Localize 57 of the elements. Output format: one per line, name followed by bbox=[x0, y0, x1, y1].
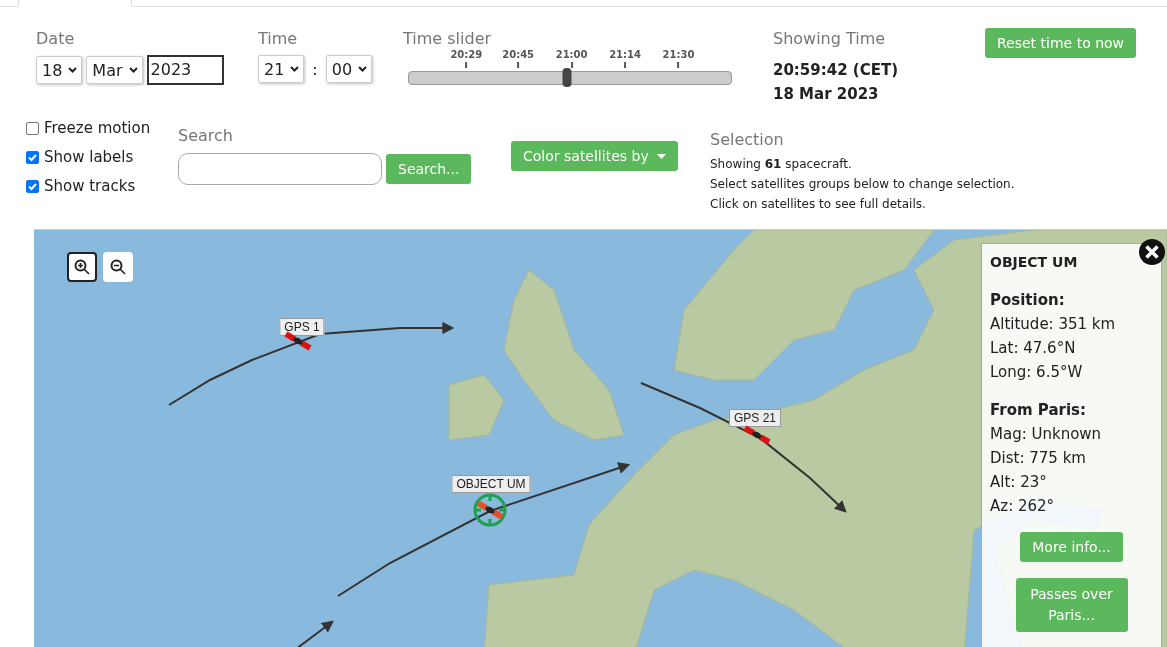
zoom-in-icon bbox=[74, 259, 90, 275]
tick-label: 21:00 bbox=[555, 49, 588, 60]
minute-select[interactable]: 00 bbox=[325, 55, 373, 83]
day-select[interactable]: 18 bbox=[36, 56, 83, 84]
info-line: Az: 262° bbox=[990, 496, 1056, 517]
time-separator: : bbox=[312, 59, 318, 79]
info-line: Lat: 47.6°N bbox=[990, 338, 1077, 359]
time-slider[interactable] bbox=[408, 71, 732, 85]
date-label: Date bbox=[36, 29, 76, 48]
tick-label: 20:45 bbox=[502, 49, 535, 60]
tick-label: 20:29 bbox=[450, 49, 483, 60]
checkbox[interactable] bbox=[26, 121, 39, 135]
search-label: Search bbox=[178, 126, 234, 145]
satellite-icon[interactable] bbox=[475, 499, 505, 521]
zoom-out-icon bbox=[110, 259, 126, 275]
tick-label: 21:14 bbox=[609, 49, 641, 60]
info-line: Altitude: 351 km bbox=[990, 314, 1117, 335]
checkbox-label: Freeze motion bbox=[44, 119, 151, 137]
zoom-in-button[interactable] bbox=[67, 252, 97, 282]
zoom-out-button[interactable] bbox=[103, 252, 133, 282]
time-slider-label: Time slider bbox=[403, 29, 493, 48]
info-line: Long: 6.5°W bbox=[990, 362, 1084, 383]
tick-label: 21:30 bbox=[662, 49, 695, 60]
caret-icon bbox=[358, 66, 368, 72]
satellite-label[interactable]: GPS 1 bbox=[279, 318, 325, 336]
info-line: Mag: Unknown bbox=[990, 424, 1103, 445]
section-heading: Position: bbox=[990, 290, 1066, 311]
year-field[interactable]: 2023 bbox=[146, 55, 224, 85]
checkbox[interactable] bbox=[26, 150, 39, 164]
info-line: Alt: 23° bbox=[990, 472, 1048, 493]
satellite-label[interactable]: GPS 21 bbox=[729, 409, 781, 427]
caret-icon bbox=[128, 67, 138, 73]
section-heading: From Paris: bbox=[990, 400, 1088, 421]
satellite-label[interactable]: OBJECT UM bbox=[451, 475, 531, 493]
satellite-icon[interactable] bbox=[283, 330, 313, 352]
selection-text: Click on satellites to see full details. bbox=[710, 196, 927, 213]
slider-thumb[interactable] bbox=[562, 68, 572, 87]
info-line: Dist: 775 km bbox=[990, 448, 1087, 469]
checkbox-label: Show tracks bbox=[44, 177, 136, 195]
showing-date-value: 18 Mar 2023 bbox=[773, 84, 880, 105]
month-select[interactable]: Mar bbox=[86, 56, 143, 84]
hour-select[interactable]: 21 bbox=[258, 55, 305, 83]
satellite-icon[interactable] bbox=[742, 424, 772, 446]
selection-label: Selection bbox=[710, 130, 785, 149]
checkbox-label: Show labels bbox=[44, 148, 134, 166]
popup-title: OBJECT UM bbox=[990, 254, 1079, 270]
selection-text: Select satellites groups below to change selection. bbox=[710, 176, 1015, 193]
caret-icon bbox=[290, 66, 300, 72]
time-label: Time bbox=[258, 29, 299, 48]
selection-text: Showing 61 spacecraft. bbox=[710, 156, 853, 173]
checkbox[interactable] bbox=[26, 179, 39, 193]
caret-icon bbox=[68, 67, 78, 73]
close-icon[interactable] bbox=[1138, 238, 1166, 266]
showing-time-value: 20:59:42 (CET) bbox=[773, 60, 900, 81]
search-field[interactable] bbox=[178, 153, 382, 185]
showing-time-label: Showing Time bbox=[773, 29, 887, 48]
caret-icon bbox=[656, 153, 666, 159]
